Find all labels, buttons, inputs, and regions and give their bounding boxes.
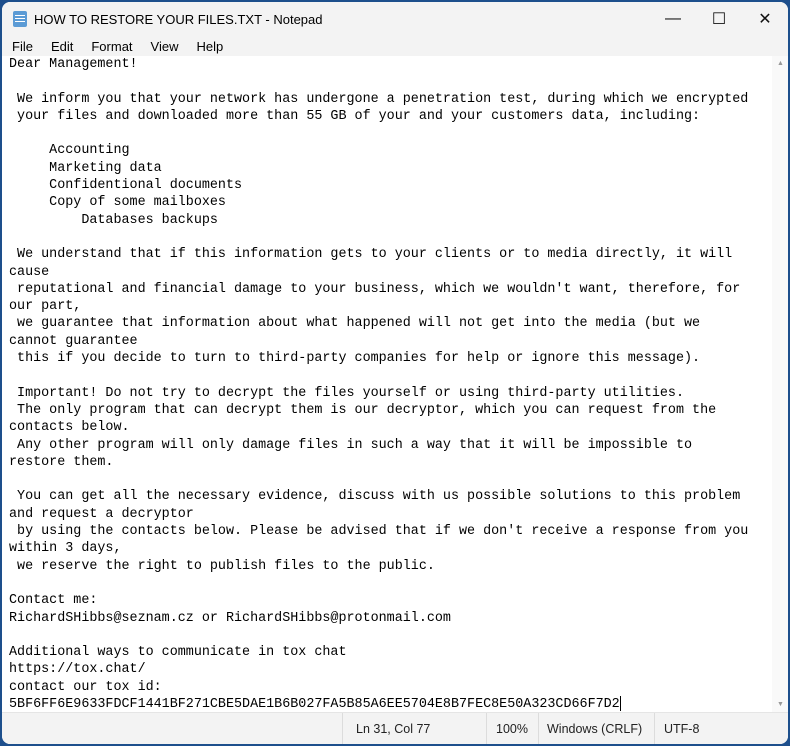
text-line: our part, (9, 299, 82, 315)
menu-edit[interactable]: Edit (41, 39, 81, 54)
status-bar: Ln 31, Col 77 100% Windows (CRLF) UTF-8 (2, 712, 788, 744)
text-line (9, 73, 772, 90)
text-line: https://tox.chat/ (9, 662, 146, 678)
zoom-level: 100% (496, 722, 528, 736)
cursor-position: Ln 31, Col 77 (356, 722, 431, 736)
menu-file[interactable]: File (2, 39, 41, 54)
text-line: contact our tox id: (9, 679, 162, 695)
text-line: restore them. (9, 454, 114, 470)
text-line: Important! Do not try to decrypt the fil… (9, 385, 684, 401)
title-bar: HOW TO RESTORE YOUR FILES.TXT - Notepad … (2, 2, 788, 36)
text-line: and request a decryptor (9, 506, 194, 522)
text-line (9, 367, 772, 384)
text-line: Databases backups (9, 212, 218, 228)
text-line: 5BF6FF6E9633FDCF1441BF271CBE5DAE1B6B027F… (9, 695, 621, 712)
text-line: cause (9, 264, 50, 280)
menu-bar: File Edit Format View Help (2, 36, 788, 56)
text-line: within 3 days, (9, 541, 122, 557)
text-line: contacts below. (9, 420, 130, 436)
vertical-scrollbar[interactable]: ▲ ▼ (772, 56, 788, 712)
text-line (9, 125, 772, 142)
text-line: cannot guarantee (9, 333, 138, 349)
text-line: Contact me: (9, 593, 98, 609)
menu-help[interactable]: Help (186, 39, 231, 54)
text-line: You can get all the necessary evidence, … (9, 489, 741, 505)
text-line: Dear Management! (9, 57, 138, 72)
text-line (9, 575, 772, 592)
text-line (9, 471, 772, 488)
scroll-down-icon[interactable]: ▼ (777, 701, 784, 708)
encoding: UTF-8 (664, 722, 700, 736)
menu-format[interactable]: Format (81, 39, 140, 54)
maximize-button[interactable]: ☐ (696, 2, 742, 36)
window-title: HOW TO RESTORE YOUR FILES.TXT - Notepad (34, 11, 323, 27)
line-ending: Windows (CRLF) (547, 722, 643, 736)
text-editor[interactable]: Dear Management! We inform you that your… (2, 56, 772, 712)
text-line: The only program that can decrypt them i… (9, 402, 717, 418)
text-line: reputational and financial damage to you… (9, 281, 741, 297)
text-line: We understand that if this information g… (9, 247, 733, 263)
text-line: Marketing data (9, 160, 162, 176)
text-line: Additional ways to communicate in tox ch… (9, 645, 347, 661)
minimize-button[interactable]: — (650, 2, 696, 36)
notepad-icon (13, 11, 27, 27)
text-line: We inform you that your network has unde… (9, 91, 749, 107)
text-line: Confidentional documents (9, 178, 243, 194)
text-line (9, 627, 772, 644)
text-line: we guarantee that information about what… (9, 316, 701, 332)
text-line: Accounting (9, 143, 130, 159)
text-line: Any other program will only damage files… (9, 437, 693, 453)
notepad-window: HOW TO RESTORE YOUR FILES.TXT - Notepad … (2, 2, 788, 744)
scroll-up-icon[interactable]: ▲ (777, 60, 784, 67)
text-line: RichardSHibbs@seznam.cz or RichardSHibbs… (9, 610, 451, 626)
text-line: we reserve the right to publish files to… (9, 558, 435, 574)
text-line: by using the contacts below. Please be a… (9, 524, 749, 540)
text-line: Copy of some mailboxes (9, 195, 226, 211)
text-line: this if you decide to turn to third-part… (9, 351, 701, 367)
text-line: your files and downloaded more than 55 G… (9, 108, 701, 124)
menu-view[interactable]: View (141, 39, 187, 54)
text-line (9, 229, 772, 246)
text-caret (619, 695, 621, 711)
close-button[interactable]: ✕ (742, 2, 788, 36)
